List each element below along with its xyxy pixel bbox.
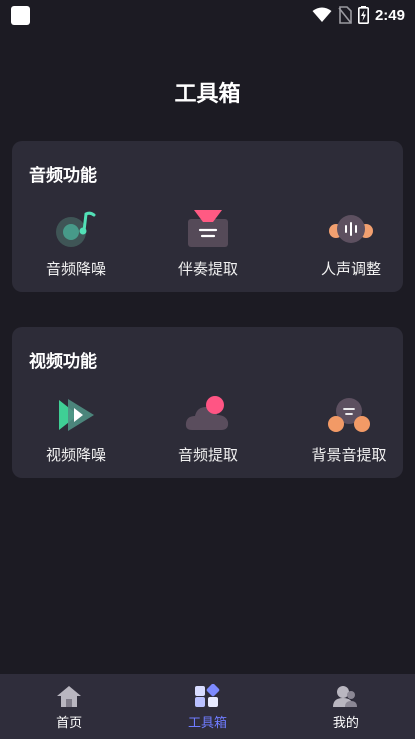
background-audio-extract-label: 背景音提取 [311, 446, 387, 464]
nav-label-profile: 我的 [332, 716, 359, 731]
nav-label-toolbox: 工具箱 [187, 716, 227, 731]
video-section-title: 视频功能 [29, 352, 97, 372]
video-tools-card: 视频功能 视频降噪 音频提取 背景音提取 [12, 327, 403, 478]
wifi-icon [312, 7, 332, 22]
battery-charging-icon [357, 6, 369, 24]
home-icon [56, 684, 82, 708]
nav-item-toolbox[interactable]: 工具箱 [138, 674, 276, 739]
page-title: 工具箱 [174, 82, 241, 107]
video-denoise-label: 视频降噪 [45, 446, 106, 464]
status-bar: 2:49 [0, 0, 415, 30]
nav-label-home: 首页 [56, 716, 83, 731]
toolbox-icon [194, 684, 220, 708]
status-time: 2:49 [374, 6, 405, 24]
audio-extract-label: 音频提取 [177, 446, 238, 464]
vocal-adjust-button[interactable]: 人声调整 [286, 209, 415, 281]
app-notification-icon [11, 5, 30, 25]
audio-section-title: 音频功能 [29, 166, 97, 186]
accompaniment-extract-label: 伴奏提取 [177, 260, 238, 278]
audio-extract-icon [184, 395, 232, 435]
video-denoise-icon [52, 395, 100, 435]
background-audio-extract-icon [325, 395, 373, 435]
audio-denoise-icon [52, 209, 100, 249]
audio-denoise-label: 音频降噪 [45, 260, 106, 278]
background-audio-extract-button[interactable]: 背景音提取 [284, 395, 414, 467]
accompaniment-extract-icon [184, 209, 232, 249]
vocal-adjust-icon [327, 209, 375, 249]
audio-extract-button[interactable]: 音频提取 [143, 395, 273, 467]
audio-denoise-button[interactable]: 音频降噪 [11, 209, 141, 281]
video-denoise-button[interactable]: 视频降噪 [11, 395, 141, 467]
no-sim-icon [338, 6, 352, 24]
profile-icon [332, 684, 359, 708]
vocal-adjust-label: 人声调整 [320, 260, 381, 278]
bottom-nav: 首页 工具箱 我的 [0, 674, 415, 739]
nav-item-home[interactable]: 首页 [0, 674, 138, 739]
nav-item-profile[interactable]: 我的 [277, 674, 415, 739]
audio-tools-card: 音频功能 音频降噪 伴奏提取 人声调整 [12, 141, 403, 292]
accompaniment-extract-button[interactable]: 伴奏提取 [143, 209, 273, 281]
